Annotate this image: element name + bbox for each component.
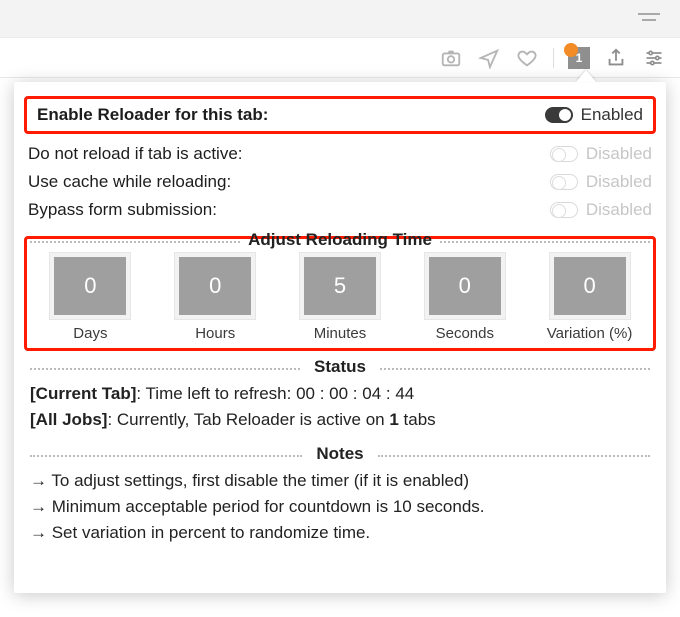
minutes-input[interactable]: 5 [300, 253, 380, 319]
no-reload-active-row: Do not reload if tab is active: Disabled [14, 140, 666, 168]
status-block: [Current Tab]: Time left to refresh: 00 … [14, 377, 666, 438]
section-status: Status [30, 357, 650, 377]
variation-input[interactable]: 0 [550, 253, 630, 319]
use-cache-row: Use cache while reloading: Disabled [14, 168, 666, 196]
use-cache-state: Disabled [586, 172, 652, 192]
enable-highlight: Enable Reloader for this tab: Enabled [24, 96, 656, 134]
section-adjust-time: Adjust Reloading Time [30, 230, 650, 250]
status-current: [Current Tab]: Time left to refresh: 00 … [30, 381, 650, 407]
variation-label: Variation (%) [547, 325, 633, 342]
status-all-prefix: [All Jobs] [30, 410, 107, 429]
seconds-input[interactable]: 0 [425, 253, 505, 319]
status-all: [All Jobs]: Currently, Tab Reloader is a… [30, 407, 650, 433]
time-minutes: 5 Minutes [289, 253, 392, 342]
use-cache-label: Use cache while reloading: [28, 172, 231, 192]
note-3: → Set variation in percent to randomize … [30, 520, 650, 546]
extension-badge-count: 1 [576, 51, 583, 65]
extension-popup: Enable Reloader for this tab: Enabled Do… [14, 82, 666, 593]
heart-icon[interactable] [515, 46, 539, 70]
time-hours: 0 Hours [164, 253, 267, 342]
notes-block: → To adjust settings, first disable the … [14, 464, 666, 551]
no-reload-active-state: Disabled [586, 144, 652, 164]
days-input[interactable]: 0 [50, 253, 130, 319]
bypass-form-toggle[interactable] [550, 202, 578, 218]
seconds-label: Seconds [436, 325, 494, 342]
enable-toggle-group: Enabled [545, 105, 643, 125]
settings-sliders-icon[interactable] [642, 46, 666, 70]
note-1: → To adjust settings, first disable the … [30, 468, 650, 494]
time-days: 0 Days [39, 253, 142, 342]
note-2: → Minimum acceptable period for countdow… [30, 494, 650, 520]
share-icon[interactable] [604, 46, 628, 70]
days-label: Days [73, 325, 107, 342]
enable-toggle[interactable] [545, 107, 573, 123]
bypass-form-state: Disabled [586, 200, 652, 220]
hours-input[interactable]: 0 [175, 253, 255, 319]
status-tab-count: 1 [389, 410, 398, 429]
popup-pointer [576, 70, 596, 82]
bypass-form-label: Bypass form submission: [28, 200, 217, 220]
extension-icon[interactable]: 1 [568, 47, 590, 69]
time-highlight: 0 Days 0 Hours 5 Minutes 0 Seconds 0 Var… [24, 236, 656, 351]
enable-row: Enable Reloader for this tab: Enabled [31, 103, 649, 127]
no-reload-active-toggle[interactable] [550, 146, 578, 162]
enable-label: Enable Reloader for this tab: [37, 105, 268, 125]
no-reload-active-label: Do not reload if tab is active: [28, 144, 243, 164]
bypass-form-row: Bypass form submission: Disabled [14, 196, 666, 224]
minutes-label: Minutes [314, 325, 367, 342]
send-icon[interactable] [477, 46, 501, 70]
time-variation: 0 Variation (%) [538, 253, 641, 342]
status-current-prefix: [Current Tab] [30, 384, 136, 403]
window-menu-icon[interactable] [638, 12, 660, 26]
camera-icon[interactable] [439, 46, 463, 70]
hours-label: Hours [195, 325, 235, 342]
status-time-left: 00 : 00 : 04 : 44 [296, 384, 414, 403]
use-cache-toggle[interactable] [550, 174, 578, 190]
time-seconds: 0 Seconds [413, 253, 516, 342]
toolbar-separator [553, 48, 554, 68]
enable-state: Enabled [581, 105, 643, 125]
section-notes: Notes [30, 444, 650, 464]
